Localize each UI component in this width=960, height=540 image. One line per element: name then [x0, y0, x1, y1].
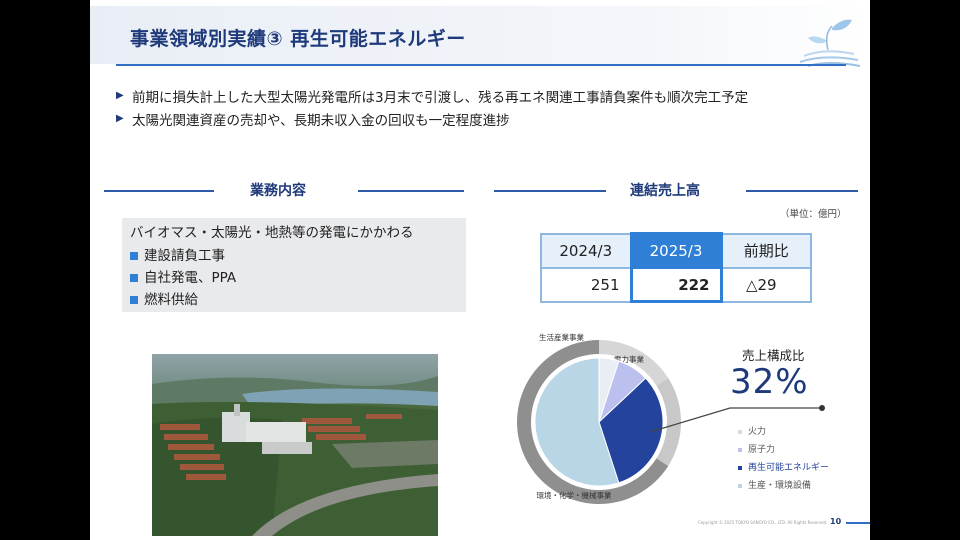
- square-bullet-icon: [130, 274, 138, 282]
- legend-item: 再生可能エネルギー: [738, 459, 829, 477]
- composition-value: 32%: [730, 362, 809, 402]
- triangle-bullet-icon: ▶: [116, 90, 124, 101]
- square-bullet-icon: [130, 296, 138, 304]
- table-header-row: 2024/3 2025/3 前期比: [540, 232, 812, 269]
- legend-swatch: [738, 430, 742, 434]
- copyright-text: Copyright © 2025 TOKYO SANGYO CO., LTD. …: [698, 520, 828, 525]
- work-item: 建設請負工事: [130, 245, 458, 267]
- square-bullet-icon: [130, 252, 138, 260]
- leaf-logo-icon: [799, 19, 860, 67]
- value-2024: 251: [540, 266, 632, 303]
- sales-table: 2024/3 2025/3 前期比 251 222 △29: [540, 232, 812, 303]
- work-item-label: 自社発電、PPA: [144, 270, 237, 286]
- unit-label: （単位：億円）: [780, 209, 847, 220]
- outer-segment-label: 生活産業事業: [539, 332, 584, 342]
- column-header-2024: 2024/3: [540, 232, 632, 269]
- legend-item: 原子力: [738, 441, 829, 459]
- value-2025: 222: [629, 266, 723, 303]
- table-row: 251 222 △29: [540, 266, 812, 303]
- work-item-label: 燃料供給: [144, 292, 198, 308]
- bullet-item: ▶ 前期に損失計上した大型太陽光発電所は3月末で引渡し、残る再エネ関連工事請負案…: [116, 84, 748, 107]
- value-yoy: △29: [720, 266, 812, 303]
- summary-bullets: ▶ 前期に損失計上した大型太陽光発電所は3月末で引渡し、残る再エネ関連工事請負案…: [116, 84, 748, 130]
- bullet-text: 前期に損失計上した大型太陽光発電所は3月末で引渡し、残る再エネ関連工事請負案件も…: [132, 89, 749, 106]
- power-plant-aerial-photo: [152, 354, 438, 536]
- sales-section-title: 連結売上高: [630, 183, 700, 199]
- legend-item: 生産・環境設備: [738, 477, 829, 495]
- slide: 事業領域別実績③ 再生可能エネルギー ▶ 前期に損失計上した大型太陽光発電所は3…: [90, 0, 870, 540]
- page-number: 10: [830, 517, 842, 526]
- bullet-text: 太陽光関連資産の売却や、長期未収入金の回収も一定程度進捗: [132, 112, 510, 129]
- outer-segment-label: 環境・化学・機械事業: [537, 490, 612, 500]
- section-rule: [746, 190, 858, 192]
- work-section-header: 業務内容: [104, 180, 464, 200]
- work-item: 自社発電、PPA: [130, 267, 458, 289]
- bullet-item: ▶ 太陽光関連資産の売却や、長期未収入金の回収も一定程度進捗: [116, 107, 748, 130]
- legend-swatch: [738, 484, 742, 488]
- legend-label: 生産・環境設備: [748, 481, 812, 491]
- legend-label: 火力: [748, 427, 767, 437]
- title-rule: [116, 64, 846, 66]
- work-item: 燃料供給: [130, 289, 458, 311]
- composition-legend: 火力 原子力 再生可能エネルギー 生産・環境設備: [738, 423, 829, 495]
- legend-swatch: [738, 448, 742, 452]
- page-indicator-bar: [846, 522, 870, 524]
- work-lead-text: バイオマス・太陽光・地熱等の発電にかかわる: [130, 225, 414, 241]
- sales-section-header: 連結売上高: [494, 180, 858, 200]
- page-title: 事業領域別実績③ 再生可能エネルギー: [130, 28, 466, 50]
- legend-label: 再生可能エネルギー: [748, 463, 830, 473]
- legend-label: 原子力: [748, 445, 776, 455]
- legend-swatch: [738, 466, 742, 470]
- work-content-box: バイオマス・太陽光・地熱等の発電にかかわる 建設請負工事 自社発電、PPA 燃料…: [122, 218, 466, 312]
- triangle-bullet-icon: ▶: [116, 113, 124, 124]
- column-header-2025: 2025/3: [629, 232, 723, 269]
- work-item-label: 建設請負工事: [144, 248, 225, 264]
- legend-item: 火力: [738, 423, 829, 441]
- section-rule: [358, 190, 464, 192]
- section-rule: [104, 190, 214, 192]
- column-header-yoy: 前期比: [720, 232, 812, 269]
- work-section-title: 業務内容: [250, 183, 306, 199]
- section-rule: [494, 190, 606, 192]
